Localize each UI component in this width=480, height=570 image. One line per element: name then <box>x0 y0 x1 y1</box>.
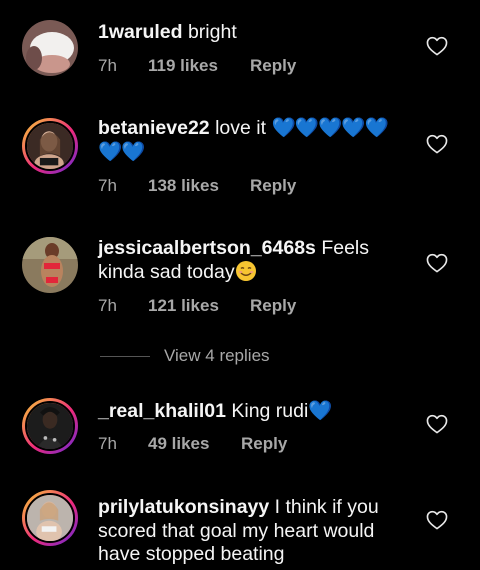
avatar[interactable] <box>22 237 78 293</box>
heart-outline-icon[interactable] <box>426 36 448 56</box>
avatar[interactable] <box>22 490 78 546</box>
heart-outline-icon[interactable] <box>426 510 448 530</box>
comment-username[interactable]: _real_khalil01 <box>98 400 226 422</box>
comment-meta: 7h 138 likes Reply <box>98 176 296 196</box>
comment-body: _real_khalil01 King rudi💙 <box>98 399 414 423</box>
comment-likes[interactable]: 119 likes <box>148 56 250 76</box>
comment-meta: 7h 119 likes Reply <box>98 56 296 76</box>
smiling-face-emoji <box>235 260 257 282</box>
heart-outline-icon[interactable] <box>426 253 448 273</box>
avatar[interactable] <box>22 118 78 174</box>
comment-meta: 7h 49 likes Reply <box>98 434 287 454</box>
avatar-image <box>27 123 73 169</box>
comment-time: 7h <box>98 176 117 195</box>
avatar-image <box>22 20 78 76</box>
comment-time: 7h <box>98 434 117 453</box>
comment-body: jessicaalbertson_6468s Feels kinda sad t… <box>98 236 414 284</box>
comment-time: 7h <box>98 296 117 315</box>
avatar-image <box>27 403 73 449</box>
comment-meta: 7h 121 likes Reply <box>98 296 296 316</box>
comment-username[interactable]: prilylatukonsinayy <box>98 496 269 518</box>
heart-outline-icon[interactable] <box>426 134 448 154</box>
reply-button[interactable]: Reply <box>250 56 296 76</box>
comment-username[interactable]: betanieve22 <box>98 117 210 139</box>
reply-button[interactable]: Reply <box>241 434 287 454</box>
comment-text: King rudi <box>225 400 309 422</box>
comment-likes[interactable]: 49 likes <box>148 434 241 454</box>
comment-time: 7h <box>98 56 117 75</box>
comment-body: betanieve22 love it 💙💙💙💙💙 💙💙 <box>98 116 414 164</box>
comment-username[interactable]: 1waruled <box>98 21 183 43</box>
heart-outline-icon[interactable] <box>426 414 448 434</box>
reply-button[interactable]: Reply <box>250 296 296 316</box>
avatar[interactable] <box>22 398 78 454</box>
reply-button[interactable]: Reply <box>250 176 296 196</box>
comment-likes[interactable]: 121 likes <box>148 296 250 316</box>
avatar-image <box>22 237 78 293</box>
comment-body: 1waruled bright <box>98 20 414 44</box>
comment-body: prilylatukonsinayy I think if you scored… <box>98 496 414 567</box>
avatar-image <box>27 495 73 541</box>
view-replies-button[interactable]: View 4 replies <box>100 345 270 367</box>
avatar[interactable] <box>22 20 78 76</box>
view-replies-label: View 4 replies <box>164 346 270 365</box>
blue-heart-emoji: 💙 <box>308 400 332 422</box>
comment-text: bright <box>182 21 237 43</box>
comment-username[interactable]: jessicaalbertson_6468s <box>98 237 316 259</box>
comment-likes[interactable]: 138 likes <box>148 176 250 196</box>
comment-text: love it <box>209 117 272 139</box>
replies-divider <box>100 355 150 357</box>
